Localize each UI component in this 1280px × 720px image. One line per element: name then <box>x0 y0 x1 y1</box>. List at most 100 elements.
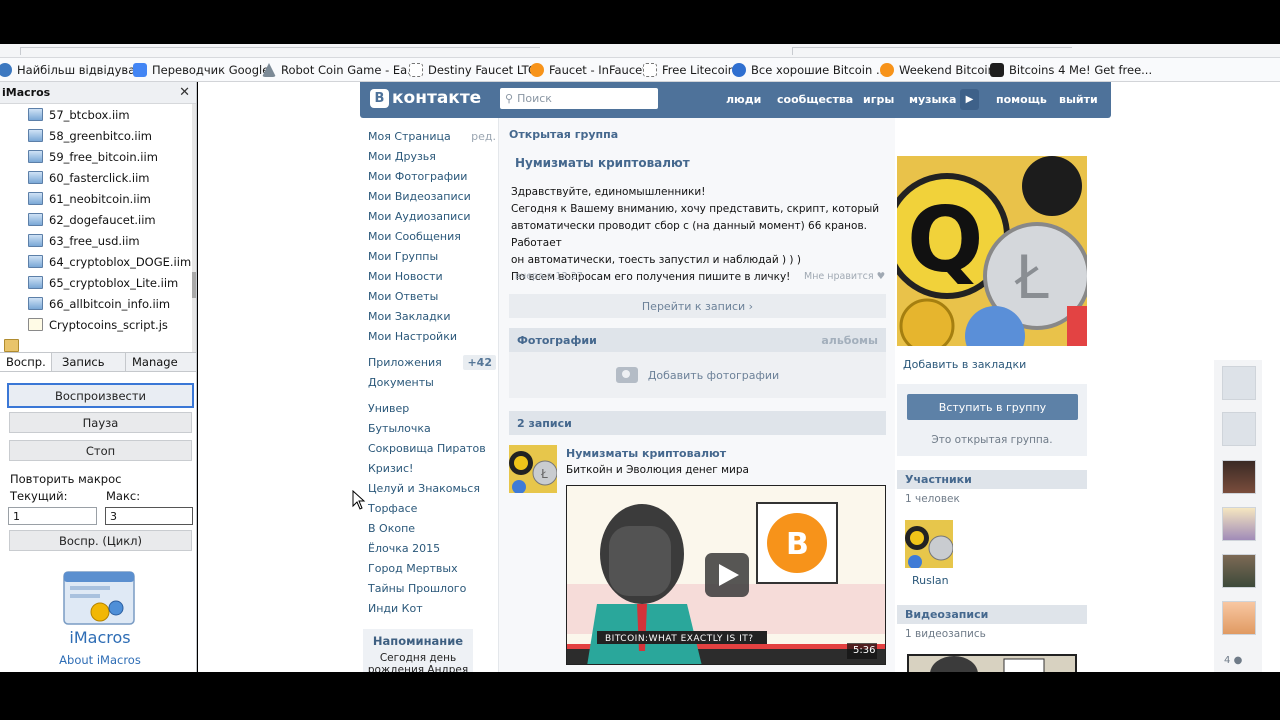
add-to-bookmarks-link[interactable]: Добавить в закладки <box>903 358 1026 371</box>
menu-friends[interactable]: Мои Друзья <box>368 146 496 166</box>
vk-logo[interactable]: В контакте <box>370 88 481 108</box>
camera-icon <box>615 367 638 383</box>
bookmark-most-visited[interactable]: Найбільш відвідувані <box>0 62 146 78</box>
macro-file[interactable]: 66_allbitcoin_info.iim <box>0 293 192 314</box>
bookmark-bitcoins4me[interactable]: Bitcoins 4 Me! Get free... <box>990 62 1152 78</box>
menu-bookmarks[interactable]: Мои Закладки <box>368 306 496 326</box>
friend-avatar-placeholder-icon[interactable] <box>1222 366 1256 400</box>
friend-avatar[interactable] <box>1222 460 1256 494</box>
menu-news[interactable]: Мои Новости <box>368 266 496 286</box>
menu-photos[interactable]: Мои Фотографии <box>368 166 496 186</box>
app-link[interactable]: Сокровища Пиратов <box>368 438 496 458</box>
menu-documents[interactable]: Документы <box>368 372 496 392</box>
app-link[interactable]: В Окопе <box>368 518 496 538</box>
menu-settings[interactable]: Мои Настройки <box>368 326 496 346</box>
albums-link[interactable]: альбомы <box>821 334 878 347</box>
bookmark-destiny-faucet[interactable]: Destiny Faucet LTC <box>409 62 536 78</box>
menu-groups[interactable]: Мои Группы <box>368 246 496 266</box>
macro-file[interactable]: 58_greenbitco.iim <box>0 125 192 146</box>
folder-row[interactable] <box>0 335 192 352</box>
macro-file[interactable]: 63_free_usd.iim <box>0 230 192 251</box>
go-to-post-button[interactable]: Перейти к записи › <box>509 294 886 318</box>
macro-file[interactable]: 62_dogefaucet.iim <box>0 209 192 230</box>
nav-help[interactable]: помощь <box>996 93 1047 106</box>
join-group-button[interactable]: Вступить в группу <box>907 394 1078 420</box>
macro-file[interactable]: 61_neobitcoin.iim <box>0 188 192 209</box>
play-button[interactable]: Воспроизвести <box>7 383 194 408</box>
member-avatar[interactable] <box>905 520 953 568</box>
edit-link[interactable]: ред. <box>471 130 496 143</box>
robot-icon <box>262 63 276 77</box>
scrollbar-thumb[interactable] <box>192 272 196 298</box>
video-player[interactable]: B BITCOIN:WHAT EXACTLY IS IT? 5:36 <box>566 485 886 665</box>
join-box: Вступить в группу Это открытая группа. <box>897 384 1087 456</box>
post-author-link[interactable]: Нумизматы криптовалют <box>566 447 726 460</box>
nav-games[interactable]: игры <box>863 93 894 106</box>
app-link[interactable]: Бутылочка <box>368 418 496 438</box>
group-cover-photo[interactable]: Q Ł <box>897 156 1087 346</box>
nav-music[interactable]: музыка <box>909 93 956 106</box>
play-loop-button[interactable]: Воспр. (Цикл) <box>9 530 192 551</box>
about-imacros-link[interactable]: About iMacros <box>0 653 196 667</box>
bookmark-robot-coin[interactable]: Robot Coin Game - Ea... <box>262 62 418 78</box>
menu-audio[interactable]: Мои Аудиозаписи <box>368 206 496 226</box>
search-input[interactable]: ⚲ Поиск <box>500 88 658 109</box>
bookmark-infaucet[interactable]: Faucet - InFaucet <box>530 62 647 78</box>
tab-manage[interactable]: Manage <box>126 353 196 371</box>
bookmark-weekend-bitcoin[interactable]: Weekend Bitcoin <box>880 62 995 78</box>
macro-file-icon <box>28 171 43 184</box>
friends-count[interactable]: 4 ● <box>1224 655 1242 666</box>
menu-messages[interactable]: Мои Сообщения <box>368 226 496 246</box>
tab-record[interactable]: Запись <box>56 353 126 371</box>
nav-logout[interactable]: выйти <box>1059 93 1098 106</box>
bookmark-free-litecoin[interactable]: Free Litecoin <box>643 62 735 78</box>
friend-avatar[interactable] <box>1222 554 1256 588</box>
group-type: Открытая группа <box>509 128 619 141</box>
photos-section-header[interactable]: Фотографии альбомы <box>509 328 886 352</box>
reminder-text[interactable]: Сегодня день рождения Андрея <box>363 652 473 672</box>
like-button[interactable]: Мне нравится ♥ <box>804 271 885 282</box>
app-link[interactable]: Тайны Прошлого <box>368 578 496 598</box>
app-link[interactable]: Инди Кот <box>368 598 496 618</box>
video-thumbnail[interactable] <box>907 654 1077 672</box>
file-list-scrollbar[interactable] <box>192 104 196 352</box>
menu-my-page[interactable]: Моя Страница ред. <box>368 126 496 146</box>
group-avatar[interactable]: Ł <box>509 445 557 493</box>
app-link[interactable]: Универ <box>368 398 496 418</box>
macro-file[interactable]: 65_cryptoblox_Lite.iim <box>0 272 192 293</box>
stop-button[interactable]: Стоп <box>9 440 192 461</box>
menu-videos[interactable]: Мои Видеозаписи <box>368 186 496 206</box>
add-photos-button[interactable]: Добавить фотографии <box>509 352 886 398</box>
macro-file[interactable]: 60_fasterclick.iim <box>0 167 192 188</box>
app-link[interactable]: Торфасе <box>368 498 496 518</box>
app-link[interactable]: Целуй и Знакомься <box>368 478 496 498</box>
friend-avatar[interactable] <box>1222 507 1256 541</box>
tab-play[interactable]: Воспр. <box>0 353 52 371</box>
macro-file[interactable]: 57_btcbox.iim <box>0 104 192 125</box>
macro-file[interactable]: 64_cryptoblox_DOGE.iim <box>0 251 192 272</box>
close-icon[interactable]: ✕ <box>179 85 190 100</box>
current-loop-input[interactable]: 1 <box>8 507 97 525</box>
imacros-tabs: Воспр. Запись Manage <box>0 352 196 372</box>
nav-communities[interactable]: сообщества <box>777 93 853 106</box>
videos-header[interactable]: Видеозаписи <box>897 605 1087 624</box>
member-name-link[interactable]: Ruslan <box>912 574 949 587</box>
script-file[interactable]: Cryptocoins_script.js <box>0 314 192 335</box>
bookmark-bitcoin-good[interactable]: Все хорошие Bitcoin ... <box>732 62 887 78</box>
macro-file[interactable]: 59_free_bitcoin.iim <box>0 146 192 167</box>
max-loop-input[interactable]: 3 <box>105 507 193 525</box>
menu-answers[interactable]: Мои Ответы <box>368 286 496 306</box>
members-header[interactable]: Участники <box>897 470 1087 489</box>
app-link[interactable]: Город Мертвых <box>368 558 496 578</box>
pause-button[interactable]: Пауза <box>9 412 192 433</box>
nav-people[interactable]: люди <box>726 93 761 106</box>
menu-apps[interactable]: Приложения +42 <box>368 352 496 372</box>
post-timestamp[interactable]: вчера в 12:27 <box>515 271 583 282</box>
bookmark-google-translate[interactable]: Переводчик Google <box>133 62 269 78</box>
app-link[interactable]: Кризис! <box>368 458 496 478</box>
svg-text:Ł: Ł <box>1014 243 1049 313</box>
app-link[interactable]: Ёлочка 2015 <box>368 538 496 558</box>
friend-avatar[interactable] <box>1222 601 1256 635</box>
friend-avatar-placeholder-icon[interactable] <box>1222 412 1256 446</box>
music-play-icon[interactable]: ▶ <box>960 89 979 110</box>
